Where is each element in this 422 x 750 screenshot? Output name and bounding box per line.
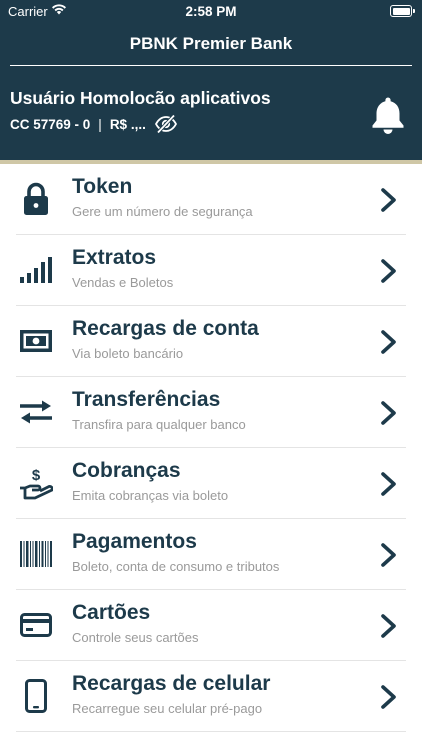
status-time: 2:58 PM [185,4,237,19]
status-bar: Carrier 2:58 PM [0,0,422,22]
account-separator: | [98,116,102,132]
menu-item-subtitle: Gere um número de segurança [72,204,253,219]
app-header: Carrier 2:58 PM PBNK Premier Bank Usuári… [0,0,422,160]
menu-item-subtitle: Boleto, conta de consumo e tributos [72,559,280,574]
menu-item-title: Pagamentos [72,530,197,553]
menu-item-recargas-conta[interactable]: Recargas de conta Via boleto bancário [0,306,422,377]
signal-bars-icon [18,252,54,288]
barcode-icon [18,536,54,572]
menu-item-subtitle: Recarregue seu celular pré-pago [72,701,263,716]
user-name: Usuário Homolocão aplicativos [10,88,271,108]
chevron-right-icon [381,472,396,496]
menu-item-extratos[interactable]: Extratos Vendas e Boletos [0,235,422,306]
menu-item-token[interactable]: Token Gere um número de segurança [0,164,422,235]
battery-icon [390,5,415,17]
menu-item-cobrancas[interactable]: $ Cobranças Emita cobranças via boleto [0,448,422,519]
header-divider [10,65,412,66]
menu-item-title: Cartões [72,601,151,624]
chevron-right-icon [381,188,396,212]
balance-value: R$ .,.. [109,116,146,132]
svg-text:$: $ [32,467,41,484]
bell-icon[interactable] [371,96,405,134]
exchange-arrows-icon [18,394,54,430]
menu-item-pagamentos[interactable]: Pagamentos Boleto, conta de consumo e tr… [0,519,422,590]
menu-item-title: Token [72,175,133,198]
eye-off-icon[interactable] [154,114,178,134]
chevron-right-icon [381,685,396,709]
menu-item-subtitle: Controle seus cartões [72,630,199,645]
credit-card-icon [18,607,54,643]
smartphone-icon [18,678,54,714]
menu-item-title: Transferências [72,388,221,411]
menu-item-title: Extratos [72,246,157,269]
chevron-right-icon [381,614,396,638]
hand-dollar-icon: $ [18,465,54,501]
menu-item-subtitle: Transfira para qualquer banco [72,417,246,432]
chevron-right-icon [381,543,396,567]
menu-item-transferencias[interactable]: Transferências Transfira para qualquer b… [0,377,422,448]
menu-separator [16,731,406,732]
lock-icon [18,181,54,217]
money-bill-icon [18,323,54,359]
menu-item-recargas-celular[interactable]: Recargas de celular Recarregue seu celul… [0,661,422,732]
chevron-right-icon [381,330,396,354]
menu-item-title: Recargas de conta [72,317,259,340]
bank-title: PBNK Premier Bank [129,34,293,53]
account-info: CC 57769 - 0 | R$ .,.. [10,114,178,134]
chevron-right-icon [381,259,396,283]
menu-item-subtitle: Via boleto bancário [72,346,184,361]
chevron-right-icon [381,401,396,425]
menu-item-title: Recargas de celular [72,672,271,695]
menu-item-subtitle: Emita cobranças via boleto [72,488,229,503]
main-menu: Token Gere um número de segurança Extrat… [0,164,422,732]
menu-item-subtitle: Vendas e Boletos [72,275,174,290]
menu-item-title: Cobranças [72,459,181,482]
account-number: CC 57769 - 0 [10,116,91,132]
menu-item-cartoes[interactable]: Cartões Controle seus cartões [0,590,422,661]
